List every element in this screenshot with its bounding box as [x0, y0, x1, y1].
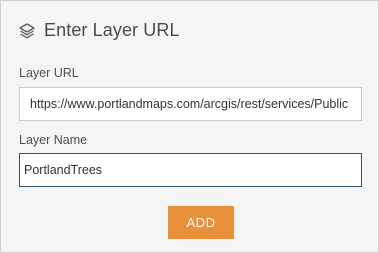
enter-layer-url-panel: Enter Layer URL Layer URL Layer Name ADD: [0, 0, 379, 253]
panel-header: Enter Layer URL: [18, 20, 180, 41]
layers-icon: [18, 22, 36, 40]
layer-url-input[interactable]: [19, 87, 362, 121]
layer-name-input[interactable]: [19, 153, 362, 187]
layer-name-label: Layer Name: [19, 133, 88, 147]
layer-url-label: Layer URL: [19, 66, 79, 80]
add-button[interactable]: ADD: [168, 206, 234, 239]
panel-title: Enter Layer URL: [44, 20, 180, 40]
